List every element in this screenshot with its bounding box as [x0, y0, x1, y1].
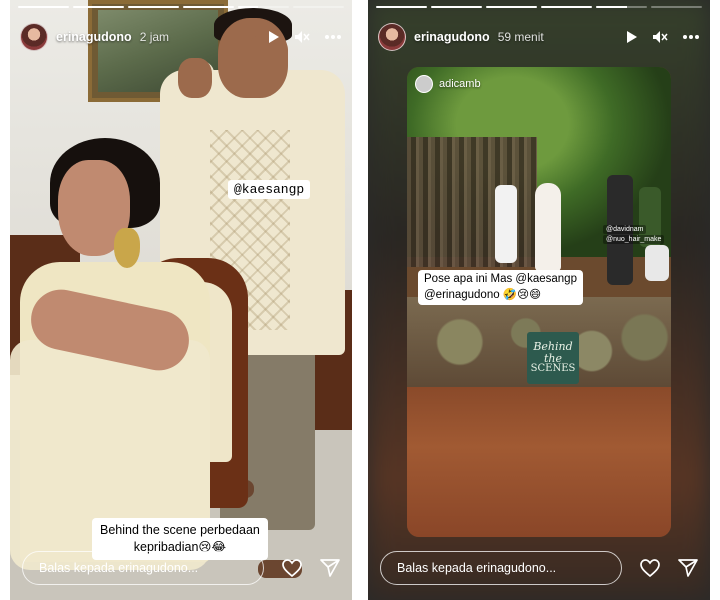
reply-input[interactable]: Balas kepada erinagudono... [380, 551, 622, 585]
caption-sticker: Pose apa ini Mas @kaesangp @erinagudono … [418, 270, 583, 306]
send-icon[interactable] [320, 559, 340, 577]
story-footer: Balas kepada erinagudono... [380, 550, 698, 586]
photo-tag: @nuo_hair_make [603, 235, 665, 244]
story-left[interactable]: erinagudono 2 jam @kaesangp Behind the s… [10, 0, 352, 600]
progress-segment [596, 6, 647, 8]
story-progress [376, 6, 702, 8]
progress-segment [128, 6, 179, 8]
progress-segment [431, 6, 482, 8]
story-time: 2 jam [139, 30, 170, 44]
reply-input[interactable]: Balas kepada erinagudono... [22, 551, 264, 585]
avatar[interactable] [20, 23, 48, 51]
username[interactable]: erinagudono [414, 30, 490, 44]
story-header: erinagudono 2 jam [20, 20, 342, 54]
sticker-text: SCENES [530, 363, 576, 375]
progress-segment [238, 6, 289, 8]
more-icon[interactable] [682, 34, 700, 40]
photo-author-avatar [415, 75, 433, 93]
heart-icon[interactable] [640, 559, 660, 577]
caption-line[interactable]: Pose apa ini Mas @kaesangp [424, 272, 577, 288]
progress-segment [651, 6, 702, 8]
send-icon[interactable] [678, 559, 698, 577]
behind-the-scenes-sticker: Behind the SCENES [527, 332, 579, 384]
progress-segment [18, 6, 69, 8]
progress-segment [73, 6, 124, 8]
progress-segment [376, 6, 427, 8]
progress-segment [183, 6, 234, 8]
mute-icon[interactable] [294, 30, 310, 44]
caption-line[interactable]: @erinagudono 🤣😢😄 [424, 288, 577, 304]
mention-sticker[interactable]: @kaesangp [228, 180, 311, 199]
story-footer: Balas kepada erinagudono... [22, 550, 340, 586]
story-progress [18, 6, 344, 8]
photo-tag: @davidnam [603, 225, 647, 234]
more-icon[interactable] [324, 34, 342, 40]
heart-icon[interactable] [282, 559, 302, 577]
story-header: erinagudono 59 menit [378, 20, 700, 54]
mute-icon[interactable] [652, 30, 668, 44]
avatar[interactable] [378, 23, 406, 51]
story-right[interactable]: adicamb @davidnam @nuo_hair_make Behind … [368, 0, 710, 600]
progress-segment [293, 6, 344, 8]
story-time: 59 menit [497, 30, 544, 44]
photo-author: adicamb [415, 75, 481, 93]
progress-segment [541, 6, 592, 8]
play-icon[interactable] [624, 30, 638, 44]
username[interactable]: erinagudono [56, 30, 132, 44]
story-photo [10, 0, 352, 600]
play-icon[interactable] [266, 30, 280, 44]
progress-segment [486, 6, 537, 8]
photo-author-name: adicamb [439, 78, 481, 90]
caption-line: Behind the scene perbedaan [100, 523, 260, 537]
